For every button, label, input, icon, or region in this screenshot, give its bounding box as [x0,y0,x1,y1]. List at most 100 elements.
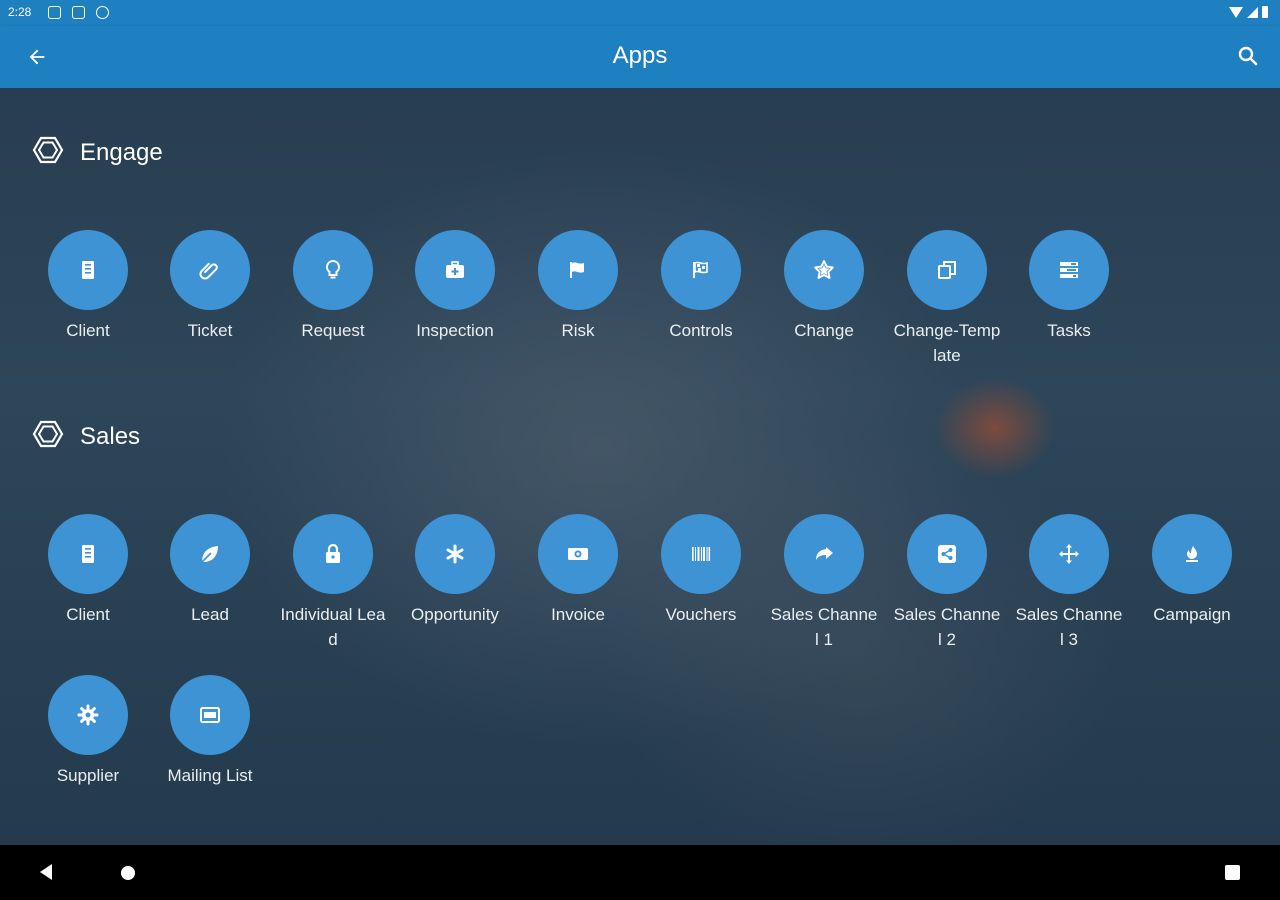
app-icon-button[interactable] [293,230,373,310]
copy-icon [935,258,959,282]
nav-recents-icon[interactable] [1225,865,1240,880]
app-tile-sales-mailing-list[interactable]: Mailing List [155,675,265,788]
app-tile-engage-client[interactable]: Client [33,230,143,343]
app-tile-sales-sales-channel-2[interactable]: Sales Channel 2 [892,514,1002,652]
asterisk-icon [443,542,467,566]
app-label: Lead [191,605,229,624]
lock-icon [321,542,345,566]
app-icon-button[interactable] [415,514,495,594]
sd-card-icon [72,6,85,19]
page-title: Apps [612,42,668,69]
app-tile-engage-controls[interactable]: Controls [646,230,756,343]
app-label: Controls [669,321,733,340]
clipboard-icon [76,258,100,282]
checkered-flag-icon [689,258,713,282]
app-icon-button[interactable] [48,675,128,755]
app-label: Sales Channel 1 [770,605,878,649]
lightbulb-icon [321,258,345,282]
star-icon [812,258,836,282]
status-indicators [1229,6,1268,18]
app-tile-engage-ticket[interactable]: Ticket [155,230,265,343]
app-label: Ticket [187,321,233,340]
search-icon[interactable] [1236,44,1262,70]
app-icon-button[interactable] [784,514,864,594]
app-label: Vouchers [665,605,737,624]
share-arrow-icon [812,542,836,566]
app-icon-button[interactable] [784,230,864,310]
medkit-icon [443,258,467,282]
signal-icon [1247,7,1258,18]
app-icon-button[interactable] [293,514,373,594]
app-icon-button[interactable] [170,230,250,310]
app-tile-engage-risk[interactable]: Risk [523,230,633,343]
status-bar: 2:28 [0,0,1280,26]
app-label: Supplier [56,766,120,785]
flag-icon [566,258,590,282]
app-icon-button[interactable] [907,514,987,594]
app-tile-sales-client[interactable]: Client [33,514,143,627]
app-tile-engage-inspection[interactable]: Inspection [400,230,510,343]
app-label: Individual Lead [280,605,386,649]
app-tile-sales-vouchers[interactable]: Vouchers [646,514,756,627]
app-bar: Apps [0,26,1280,88]
section-header-engage: Engage [32,134,163,171]
app-label: Risk [561,321,595,340]
status-time: 2:28 [8,5,32,19]
hexagon-icon [32,418,64,455]
system-nav-bar [0,845,1280,900]
nav-home-icon[interactable] [121,866,135,880]
wifi-icon [1229,7,1243,18]
app-icon-button[interactable] [170,514,250,594]
share-nodes-icon [935,542,959,566]
app-icon-button[interactable] [538,514,618,594]
section-title: Engage [80,138,163,166]
app-label: Tasks [1047,321,1091,340]
app-tile-sales-lead[interactable]: Lead [155,514,265,627]
app-label: Invoice [551,605,605,624]
app-label: Sales Channel 3 [1015,605,1123,649]
section-title: Sales [80,422,141,450]
app-icon-button[interactable] [415,230,495,310]
app-label: Mailing List [167,766,253,785]
app-tile-sales-individual-lead[interactable]: Individual Lead [278,514,388,652]
clipboard-icon [76,542,100,566]
gear-icon [76,703,100,727]
app-icon-button[interactable] [48,514,128,594]
apps-grid: Engage Client Ticket Request Inspection Risk C… [0,88,1280,845]
app-tile-sales-supplier[interactable]: Supplier [33,675,143,788]
money-icon [566,542,590,566]
list-box-icon [198,703,222,727]
app-icon-button[interactable] [907,230,987,310]
app-icon-button[interactable] [1152,514,1232,594]
barcode-icon [689,542,713,566]
app-tile-sales-sales-channel-3[interactable]: Sales Channel 3 [1014,514,1124,652]
app-icon-button[interactable] [538,230,618,310]
app-tile-engage-request[interactable]: Request [278,230,388,343]
leaf-icon [198,542,222,566]
section-header-sales: Sales [32,418,140,455]
app-label: Opportunity [411,605,499,624]
app-icon-button[interactable] [661,514,741,594]
app-tile-sales-invoice[interactable]: Invoice [523,514,633,627]
app-tile-engage-change-template[interactable]: Change-Template [892,230,1002,368]
fire-extinguisher-icon [1180,542,1204,566]
move-icon [1057,542,1081,566]
app-icon-button[interactable] [661,230,741,310]
app-tile-sales-opportunity[interactable]: Opportunity [400,514,510,627]
app-tile-engage-change[interactable]: Change [769,230,879,343]
app-tile-sales-campaign[interactable]: Campaign [1137,514,1247,627]
app-icon-button[interactable] [48,230,128,310]
app-tile-sales-sales-channel-1[interactable]: Sales Channel 1 [769,514,879,652]
app-label: Change [794,321,854,340]
app-icon-button[interactable] [1029,230,1109,310]
paperclip-icon [198,258,222,282]
tasks-icon [1057,258,1081,282]
app-tile-engage-tasks[interactable]: Tasks [1014,230,1124,343]
app-label: Inspection [416,321,494,340]
hexagon-icon [32,134,64,171]
notification-icon [48,6,61,19]
nav-back-icon[interactable] [40,864,52,880]
app-icon-button[interactable] [170,675,250,755]
app-icon-button[interactable] [1029,514,1109,594]
app-label: Request [301,321,365,340]
